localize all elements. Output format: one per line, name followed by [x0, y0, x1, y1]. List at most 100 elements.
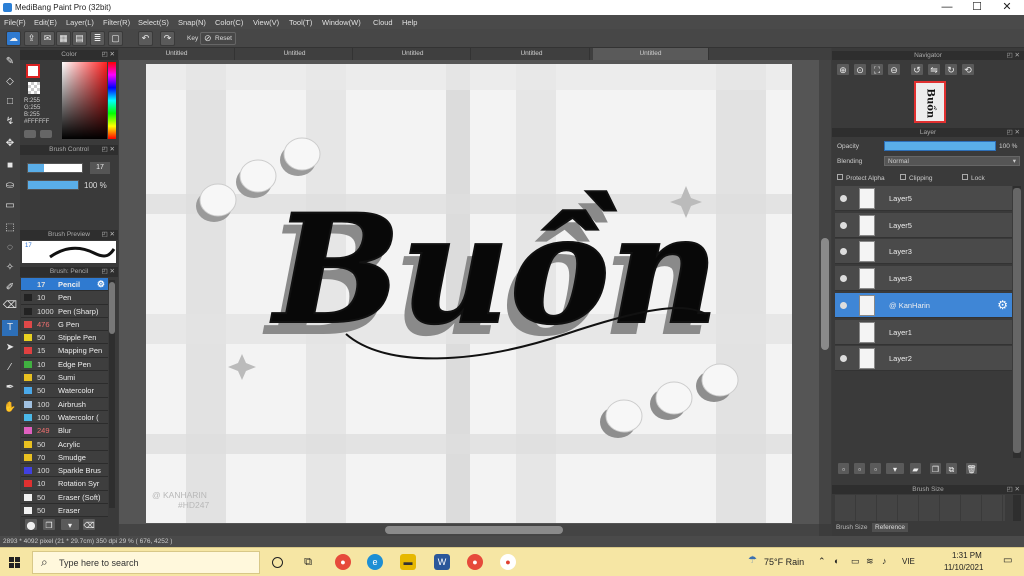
brush-list-item[interactable]: 15 Mapping Pen	[21, 344, 108, 358]
language-indicator[interactable]: VIE	[902, 557, 915, 566]
move-tool-icon[interactable]: ✥	[2, 136, 18, 152]
brush-list-item[interactable]: 50 Sumi	[21, 371, 108, 385]
new-layer-8bit-icon[interactable]: ▫	[853, 462, 866, 475]
folder-icon[interactable]: ▰	[909, 462, 922, 475]
operation-tool-icon[interactable]: ➤	[2, 340, 18, 356]
share-icon[interactable]: ⇪	[24, 31, 39, 46]
tab-reference[interactable]: Reference	[872, 523, 908, 532]
shape-tool-icon[interactable]: ↯	[2, 114, 18, 130]
brush-add-icon[interactable]: ⬤	[24, 518, 38, 531]
layer-row[interactable]: Layer5	[835, 186, 1012, 211]
new-layer-1bit-icon[interactable]: ▫	[869, 462, 882, 475]
magic-wand-icon[interactable]: ✧	[2, 260, 18, 276]
wifi-icon[interactable]: ≋	[866, 556, 874, 567]
tab-untitled-1[interactable]: Untitled	[119, 48, 235, 60]
clock-time[interactable]: 1:31 PM	[952, 551, 982, 560]
cloud-icon[interactable]: ☁	[6, 31, 21, 46]
taskbar-search[interactable]: ⌕ Type here to search	[32, 551, 260, 574]
menu-cloud[interactable]: Cloud	[373, 18, 393, 27]
brush-list-item[interactable]: 10 Rotation Syr	[21, 477, 108, 491]
layer-row[interactable]: Layer3	[835, 266, 1012, 292]
layer-row[interactable]: Layer3	[835, 239, 1012, 265]
weather-text[interactable]: 75°F Rain	[764, 557, 804, 567]
select-eraser-icon[interactable]: ⌫	[2, 298, 18, 314]
gradient-tool-icon[interactable]: ▭	[2, 198, 18, 214]
new-layer-icon[interactable]: ▫	[837, 462, 850, 475]
tab-untitled-2[interactable]: Untitled	[237, 48, 353, 60]
eye-icon[interactable]	[840, 221, 847, 229]
brush-opacity-slider[interactable]	[27, 180, 79, 190]
layer-opacity-slider[interactable]	[884, 141, 996, 151]
eraser-tool-icon[interactable]: ◇	[2, 74, 18, 90]
layer-row[interactable]: @ KanHarin ⚙	[835, 292, 1012, 318]
canvas-horizontal-scrollbar[interactable]	[119, 524, 819, 536]
layer-list-scrollbar[interactable]	[1013, 186, 1021, 458]
eye-icon[interactable]	[840, 195, 847, 202]
undo-icon[interactable]: ↶	[138, 31, 153, 46]
brush-size-value[interactable]: 17	[90, 162, 110, 174]
close-button[interactable]: ✕	[992, 0, 1022, 15]
brush-tool-icon[interactable]: ✎	[2, 54, 18, 70]
layer-add-menu-icon[interactable]: ▾	[885, 462, 905, 475]
brush-list-scrollbar[interactable]	[109, 280, 115, 508]
brush-list-item[interactable]: 10 Edge Pen	[21, 357, 108, 372]
layer-row[interactable]: Layer1	[835, 319, 1012, 345]
brush-list-item[interactable]: 249 Blur	[21, 424, 108, 438]
grid-icon[interactable]: ▦	[56, 31, 71, 46]
eye-icon[interactable]	[840, 301, 847, 309]
flip-icon[interactable]: ⇋	[927, 63, 941, 76]
eye-icon[interactable]	[840, 275, 847, 283]
zoom-actual-icon[interactable]: ⊙	[853, 63, 867, 76]
bucket-tool-icon[interactable]: ⛀	[2, 178, 18, 194]
chrome-profile-icon[interactable]: ●	[467, 554, 483, 570]
chrome-icon[interactable]: ●	[335, 554, 351, 570]
eye-icon[interactable]	[840, 248, 847, 256]
zoom-in-icon[interactable]: ⊕	[836, 63, 850, 76]
comment-icon[interactable]: ✉	[40, 31, 55, 46]
primary-color-swatch[interactable]	[26, 64, 40, 78]
brush-list-item[interactable]: 50 Stipple Pen	[21, 331, 108, 345]
word-icon[interactable]: W	[434, 554, 450, 570]
text-tool-icon[interactable]: T	[2, 320, 18, 336]
clock-date[interactable]: 11/10/2021	[944, 563, 983, 572]
menu-snap[interactable]: Snap(N)	[178, 18, 206, 27]
chevron-up-icon[interactable]: ⌃	[818, 556, 826, 567]
panel-icon[interactable]: ▤	[72, 31, 87, 46]
brush-list-item[interactable]: 100 Sparkle Brus	[21, 464, 108, 478]
brush-menu-icon[interactable]: ▾	[60, 518, 80, 531]
delete-layer-icon[interactable]: 🗑	[965, 462, 978, 475]
eyedropper-icon[interactable]: ✒	[2, 380, 18, 396]
brush-list-item[interactable]: 70 Smudge	[21, 450, 108, 465]
file-explorer-icon[interactable]: ▬	[400, 554, 416, 570]
menu-list-icon[interactable]: ≣	[90, 31, 105, 46]
medibang-taskbar-icon[interactable]: ●	[500, 554, 516, 570]
fill-rect-tool-icon[interactable]: ■	[2, 158, 18, 174]
network-icon[interactable]: ◐	[834, 556, 839, 566]
brush-delete-icon[interactable]: ⌫	[82, 518, 96, 531]
canvas-vertical-scrollbar[interactable]	[819, 60, 831, 524]
redo-icon[interactable]: ↷	[160, 31, 175, 46]
brush-list-item[interactable]: 50 Eraser	[21, 504, 108, 518]
menu-file[interactable]: File(F)	[4, 18, 26, 27]
color-saturation-box[interactable]	[62, 62, 107, 139]
tab-untitled-3[interactable]: Untitled	[355, 48, 471, 60]
hand-tool-icon[interactable]: ✋	[2, 400, 18, 416]
brush-list-item[interactable]: 100 Airbrush	[21, 397, 108, 411]
menu-select[interactable]: Select(S)	[138, 18, 169, 27]
layer-settings-gear-icon[interactable]: ⚙	[997, 298, 1008, 312]
clipping-checkbox[interactable]: Clipping	[900, 174, 933, 182]
tab-untitled-5[interactable]: Untitled	[593, 48, 709, 60]
eye-icon[interactable]	[840, 355, 847, 363]
task-view-icon[interactable]: ⧉	[300, 554, 316, 570]
frame-icon[interactable]: ▢	[108, 31, 123, 46]
minimize-button[interactable]: —	[932, 0, 962, 15]
protect-alpha-checkbox[interactable]: Protect Alpha	[837, 174, 885, 182]
reset-button[interactable]: ⊘ Reset	[200, 32, 236, 45]
menu-window[interactable]: Window(W)	[322, 18, 361, 27]
brush-list-item[interactable]: 100 Watercolor (	[21, 410, 108, 425]
layer-row[interactable]: Layer5	[835, 212, 1012, 238]
brush-settings-gear-icon[interactable]: ⚙	[97, 278, 105, 290]
rotate-right-icon[interactable]: ↻	[944, 63, 958, 76]
brush-list-item[interactable]: 50 Watercolor	[21, 384, 108, 398]
menu-color[interactable]: Color(C)	[215, 18, 243, 27]
